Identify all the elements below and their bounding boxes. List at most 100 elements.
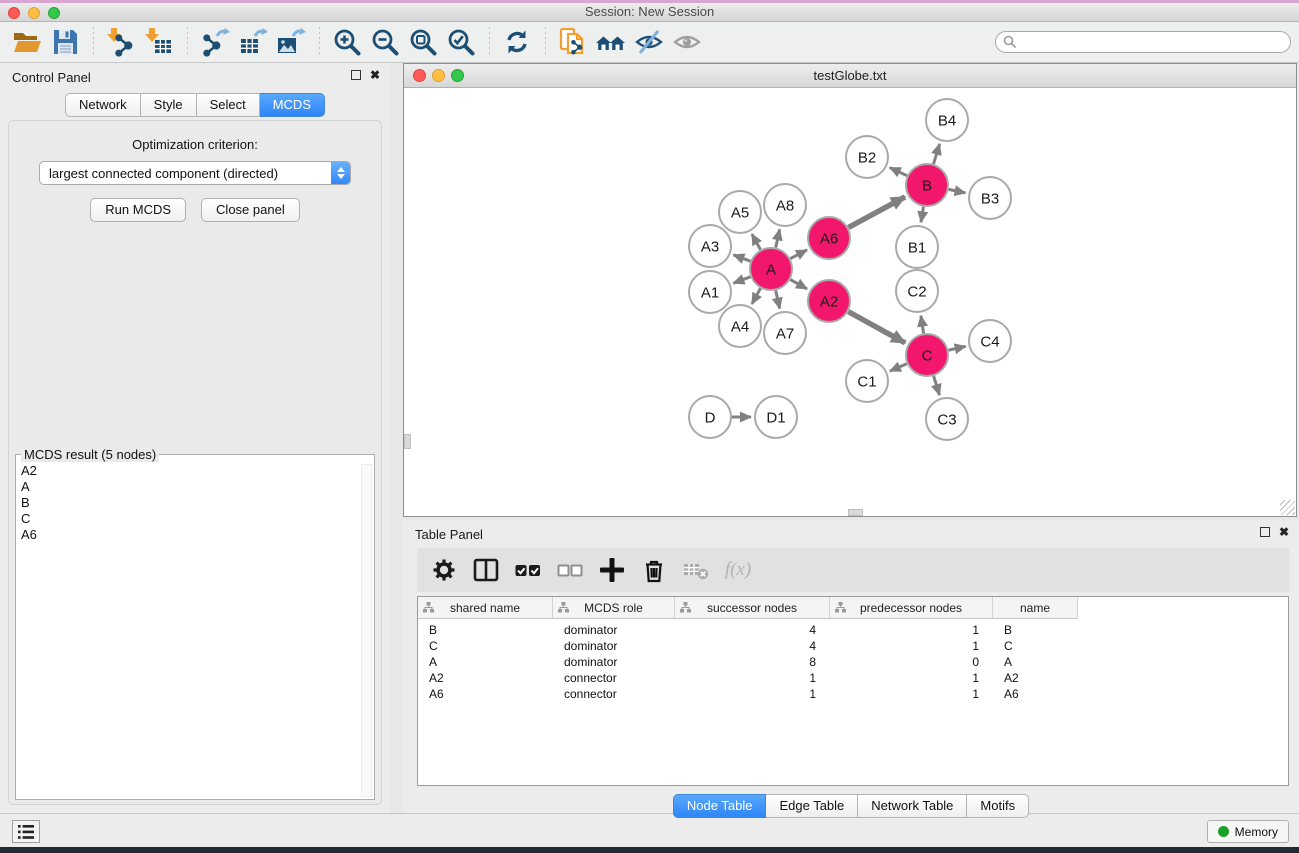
- tab-node-table[interactable]: Node Table: [673, 794, 767, 818]
- mcds-result-title: MCDS result (5 nodes): [21, 447, 159, 462]
- graph-node-C3[interactable]: C3: [926, 398, 968, 440]
- export-image-icon[interactable]: [274, 25, 308, 59]
- graph-node-D[interactable]: D: [689, 396, 731, 438]
- svg-text:B3: B3: [981, 190, 999, 207]
- graph-node-A4[interactable]: A4: [719, 305, 761, 347]
- search-input[interactable]: [1021, 35, 1283, 49]
- graph-edge-C-C2: [921, 316, 924, 334]
- zoom-in-icon[interactable]: [330, 25, 364, 59]
- import-table-icon[interactable]: [142, 25, 176, 59]
- task-history-button[interactable]: [12, 820, 40, 843]
- graph-node-C4[interactable]: C4: [969, 320, 1011, 362]
- import-network-icon[interactable]: [104, 25, 138, 59]
- run-mcds-button[interactable]: Run MCDS: [90, 198, 186, 222]
- deselect-all-icon[interactable]: [551, 551, 589, 589]
- zoom-selected-icon[interactable]: [444, 25, 478, 59]
- open-file-icon[interactable]: [10, 25, 44, 59]
- settings-icon[interactable]: [425, 551, 463, 589]
- resize-grip[interactable]: [1280, 500, 1295, 515]
- show-columns-icon[interactable]: [467, 551, 505, 589]
- search-field[interactable]: [995, 31, 1291, 53]
- tab-network-table[interactable]: Network Table: [858, 794, 967, 818]
- table-cell: 0: [830, 655, 993, 669]
- graph-node-A[interactable]: A: [750, 248, 792, 290]
- export-table-icon[interactable]: [236, 25, 270, 59]
- table-row[interactable]: Cdominator41C: [418, 638, 1288, 654]
- result-item[interactable]: C: [21, 511, 374, 527]
- hide-eye-icon[interactable]: [632, 25, 666, 59]
- home-icon[interactable]: [594, 25, 628, 59]
- tab-mcds[interactable]: MCDS: [260, 93, 325, 117]
- tab-motifs[interactable]: Motifs: [967, 794, 1029, 818]
- graph-node-D1[interactable]: D1: [755, 396, 797, 438]
- duplicate-network-icon[interactable]: [556, 25, 590, 59]
- graph-node-B2[interactable]: B2: [846, 136, 888, 178]
- optimization-criterion-dropdown[interactable]: largest connected component (directed): [39, 161, 351, 185]
- export-network-icon[interactable]: [198, 25, 232, 59]
- graph-node-C2[interactable]: C2: [896, 270, 938, 312]
- graph-node-A7[interactable]: A7: [764, 312, 806, 354]
- maximize-window-button[interactable]: [48, 7, 60, 19]
- tab-style[interactable]: Style: [141, 93, 197, 117]
- network-canvas[interactable]: A A1 A2 A3 A4 A5 A6 A7 A8 B B1 B2 B3 B4 C C1 C2 C3C4 D D1: [404, 88, 1296, 516]
- result-item[interactable]: B: [21, 495, 374, 511]
- graph-node-B3[interactable]: B3: [969, 177, 1011, 219]
- node-table: shared nameMCDS rolesuccessor nodesprede…: [417, 596, 1289, 786]
- graph-node-A8[interactable]: A8: [764, 184, 806, 226]
- svg-text:B1: B1: [908, 239, 926, 256]
- tab-edge-table[interactable]: Edge Table: [766, 794, 858, 818]
- add-row-icon[interactable]: [593, 551, 631, 589]
- minimize-network-button[interactable]: [432, 69, 445, 82]
- table-row[interactable]: A6connector11A6: [418, 686, 1288, 702]
- memory-button[interactable]: Memory: [1207, 820, 1289, 843]
- graph-node-C[interactable]: C: [906, 334, 948, 376]
- refresh-icon[interactable]: [500, 25, 534, 59]
- column-header-shared-name[interactable]: shared name: [418, 597, 553, 619]
- save-session-icon[interactable]: [48, 25, 82, 59]
- close-table-panel-icon[interactable]: ✖: [1279, 526, 1289, 538]
- column-header-predecessor-nodes[interactable]: predecessor nodes: [830, 597, 993, 619]
- graph-node-A6[interactable]: A6: [808, 217, 850, 259]
- result-item[interactable]: A: [21, 479, 374, 495]
- close-panel-button[interactable]: Close panel: [201, 198, 300, 222]
- close-panel-icon[interactable]: ✖: [370, 69, 380, 81]
- graph-node-A5[interactable]: A5: [719, 191, 761, 233]
- svg-text:D: D: [705, 409, 716, 426]
- tab-select[interactable]: Select: [197, 93, 260, 117]
- close-window-button[interactable]: [8, 7, 20, 19]
- graph-node-A3[interactable]: A3: [689, 225, 731, 267]
- vertical-scrollbar-stub[interactable]: [404, 434, 411, 449]
- column-header-name[interactable]: name: [993, 597, 1078, 619]
- table-row[interactable]: Adominator80A: [418, 654, 1288, 670]
- table-row[interactable]: A2connector11A2: [418, 670, 1288, 686]
- table-row[interactable]: Bdominator41B: [418, 622, 1288, 638]
- float-table-panel-icon[interactable]: [1260, 527, 1270, 537]
- toolbar-separator: [488, 27, 490, 57]
- minimize-window-button[interactable]: [28, 7, 40, 19]
- graph-node-B4[interactable]: B4: [926, 99, 968, 141]
- zoom-out-icon[interactable]: [368, 25, 402, 59]
- result-item[interactable]: A2: [21, 463, 374, 479]
- graph-node-B[interactable]: B: [906, 164, 948, 206]
- graph-node-A2[interactable]: A2: [808, 280, 850, 322]
- graph-node-C1[interactable]: C1: [846, 360, 888, 402]
- delete-row-icon[interactable]: [635, 551, 673, 589]
- table-toolbar: f(x): [417, 548, 1289, 592]
- network-window-titlebar[interactable]: testGlobe.txt: [404, 64, 1296, 88]
- horizontal-scrollbar-stub[interactable]: [848, 509, 863, 516]
- select-all-icon[interactable]: [509, 551, 547, 589]
- column-header-successor-nodes[interactable]: successor nodes: [675, 597, 830, 619]
- result-scrollbar[interactable]: [361, 464, 372, 797]
- graph-node-A1[interactable]: A1: [689, 271, 731, 313]
- close-network-button[interactable]: [413, 69, 426, 82]
- tab-network[interactable]: Network: [65, 93, 141, 117]
- graph-node-B1[interactable]: B1: [896, 226, 938, 268]
- column-header-mcds-role[interactable]: MCDS role: [553, 597, 675, 619]
- maximize-network-button[interactable]: [451, 69, 464, 82]
- zoom-fit-icon[interactable]: [406, 25, 440, 59]
- float-panel-icon[interactable]: [351, 70, 361, 80]
- dropdown-selected-value: largest connected component (directed): [49, 166, 331, 181]
- optimization-criterion-label: Optimization criterion:: [9, 137, 381, 152]
- svg-text:B4: B4: [938, 112, 956, 129]
- result-item[interactable]: A6: [21, 527, 374, 543]
